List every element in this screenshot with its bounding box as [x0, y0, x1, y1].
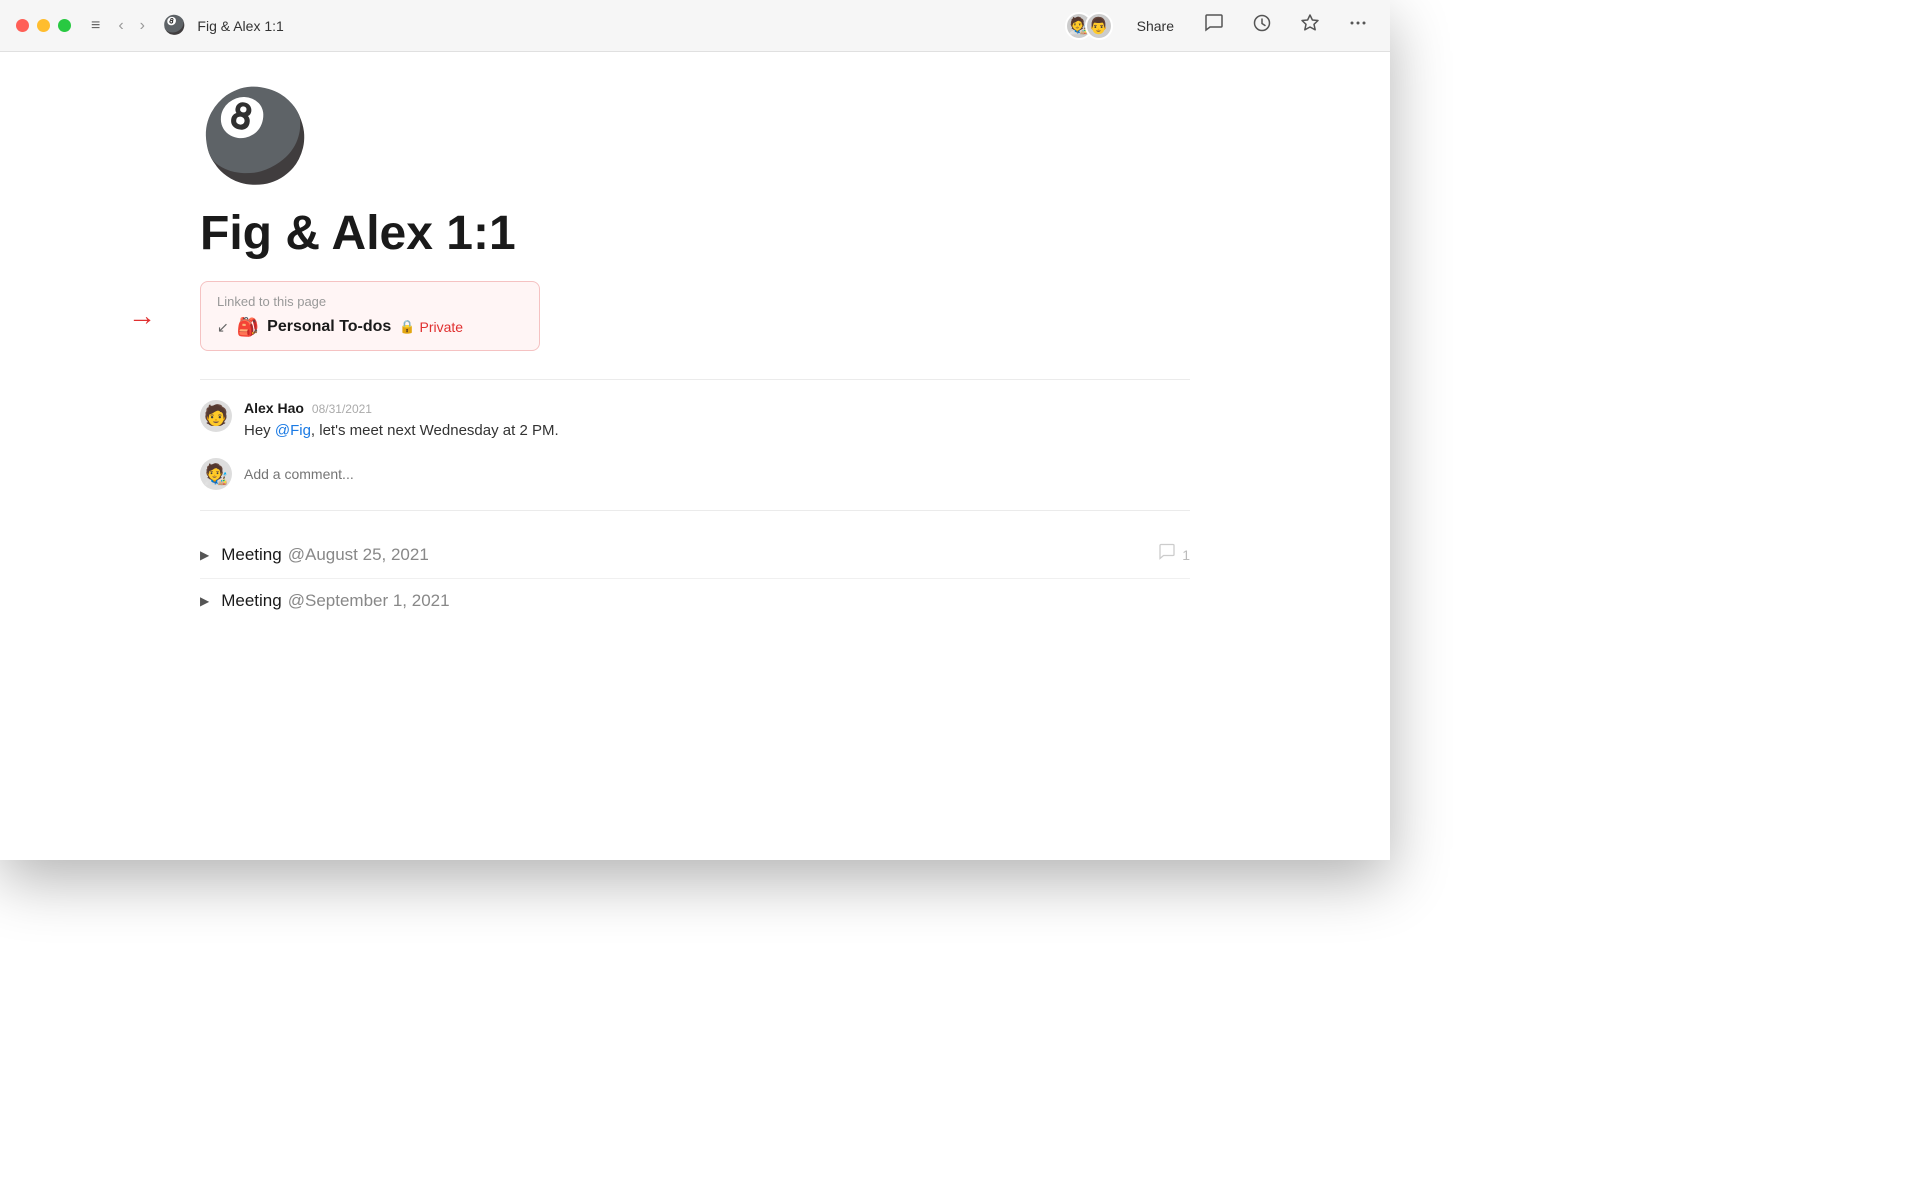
titlebar: ≡ ‹ › 🎱 Fig & Alex 1:1 🧑‍🎨 👨 Share [0, 0, 1390, 52]
private-badge: 🔒 Private [399, 319, 463, 335]
page-title-bar: Fig & Alex 1:1 [197, 18, 283, 34]
page-emoji-large: 🎱 [200, 92, 1190, 180]
avatar-alex: 👨 [1085, 12, 1113, 40]
meeting-comment-number-0: 1 [1182, 547, 1190, 563]
meeting-item-0[interactable]: ▶ Meeting @August 25, 2021 1 [200, 531, 1190, 579]
back-button[interactable]: ‹ [112, 13, 129, 39]
meeting-expand-icon-0[interactable]: ▶ [200, 548, 209, 562]
linked-items: ↙ 🎒 Personal To-dos 🔒 Private [217, 317, 523, 338]
linked-page-name[interactable]: Personal To-dos [267, 318, 391, 336]
meeting-item-1[interactable]: ▶ Meeting @September 1, 2021 [200, 579, 1190, 623]
divider-bottom [200, 510, 1190, 511]
meeting-date-1: @September 1, 2021 [288, 591, 450, 611]
link-out-icon[interactable]: ↙ [217, 319, 229, 336]
comment-meta: Alex Hao 08/31/2021 [244, 400, 559, 416]
close-button[interactable] [16, 19, 29, 32]
comment-text-after: , let's meet next Wednesday at 2 PM. [311, 422, 559, 439]
add-comment-input[interactable] [244, 460, 1190, 488]
star-icon-button[interactable] [1294, 9, 1326, 42]
maximize-button[interactable] [58, 19, 71, 32]
history-icon-button[interactable] [1246, 9, 1278, 42]
minimize-button[interactable] [37, 19, 50, 32]
comment-author: Alex Hao [244, 400, 304, 416]
divider-top [200, 379, 1190, 380]
menu-icon[interactable]: ≡ [91, 17, 100, 35]
lock-icon: 🔒 [399, 319, 415, 335]
page-icon-small: 🎱 [163, 15, 185, 36]
linked-label: Linked to this page [217, 294, 523, 309]
nav-buttons: ‹ › [112, 13, 151, 39]
traffic-lights [16, 19, 71, 32]
meeting-comment-count-0: 1 [1158, 543, 1190, 566]
arrow-indicator: → [128, 300, 156, 332]
more-icon-button[interactable] [1342, 9, 1374, 42]
comment-body: Alex Hao 08/31/2021 Hey @Fig, let's meet… [244, 400, 559, 443]
linked-page-emoji: 🎒 [237, 317, 259, 338]
main-content: 🎱 Fig & Alex 1:1 → Linked to this page ↙… [0, 52, 1390, 860]
private-label: Private [420, 319, 464, 335]
current-user-avatar: 🧑‍🎨 [200, 458, 232, 490]
meeting-label-0: Meeting [221, 545, 281, 565]
page-title: Fig & Alex 1:1 [200, 208, 1190, 261]
meeting-expand-icon-1[interactable]: ▶ [200, 594, 209, 608]
linked-section: → Linked to this page ↙ 🎒 Personal To-do… [200, 281, 1190, 351]
titlebar-right: 🧑‍🎨 👨 Share [1065, 9, 1374, 42]
commenter-avatar: 🧑 [200, 400, 232, 432]
share-button[interactable]: Share [1129, 14, 1182, 38]
meeting-label-1: Meeting [221, 591, 281, 611]
comment-item: 🧑 Alex Hao 08/31/2021 Hey @Fig, let's me… [200, 400, 1190, 443]
linked-box: Linked to this page ↙ 🎒 Personal To-dos … [200, 281, 540, 351]
comment-icon-button[interactable] [1198, 9, 1230, 42]
meeting-list: ▶ Meeting @August 25, 2021 1 ▶ Meeting @… [200, 531, 1190, 623]
comment-text-before: Hey [244, 422, 275, 439]
avatar-group: 🧑‍🎨 👨 [1065, 12, 1113, 40]
comment-text: Hey @Fig, let's meet next Wednesday at 2… [244, 420, 559, 443]
comment-date: 08/31/2021 [312, 402, 372, 416]
comment-section: 🧑 Alex Hao 08/31/2021 Hey @Fig, let's me… [200, 400, 1190, 491]
meeting-date-0: @August 25, 2021 [288, 545, 429, 565]
add-comment-row: 🧑‍🎨 [200, 458, 1190, 490]
meeting-comment-icon-0 [1158, 543, 1176, 566]
forward-button[interactable]: › [134, 13, 151, 39]
comment-mention[interactable]: @Fig [275, 422, 311, 439]
